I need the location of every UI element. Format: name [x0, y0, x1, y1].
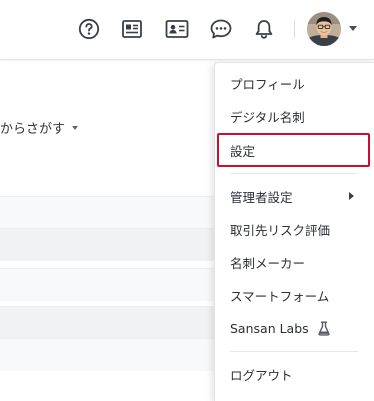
menu-divider — [230, 351, 358, 352]
notification-bell-icon[interactable] — [251, 16, 277, 42]
help-icon[interactable] — [76, 16, 102, 42]
chat-icon[interactable] — [208, 16, 234, 42]
flask-icon — [318, 321, 330, 336]
menu-item-partner-risk[interactable]: 取引先リスク評価 — [215, 215, 374, 243]
menu-item-logout[interactable]: ログアウト — [215, 360, 374, 388]
user-dropdown-menu: プロフィール デジタル名刺 設定 管理者設定 取引先リスク評価 名刺メーカー ス… — [214, 62, 374, 401]
menu-item-profile[interactable]: プロフィール — [215, 69, 374, 97]
menu-item-settings[interactable]: 設定 — [215, 136, 374, 164]
chevron-down-icon[interactable] — [349, 26, 357, 31]
menu-item-admin-settings[interactable]: 管理者設定 — [215, 182, 374, 210]
menu-item-digital-card[interactable]: デジタル名刺 — [215, 102, 374, 130]
search-dropdown-label[interactable]: からさがす — [0, 118, 65, 137]
chevron-right-icon — [349, 192, 354, 200]
menu-item-smart-form[interactable]: スマートフォーム — [215, 281, 374, 309]
header-divider — [294, 20, 295, 38]
search-dropdown-caret-icon[interactable] — [72, 126, 78, 130]
menu-item-card-maker[interactable]: 名刺メーカー — [215, 248, 374, 276]
business-card-list-icon[interactable] — [119, 16, 145, 42]
contact-card-icon[interactable] — [164, 16, 190, 42]
top-header — [0, 0, 374, 60]
menu-item-sansan-labs[interactable]: Sansan Labs — [215, 314, 374, 342]
menu-divider — [230, 173, 358, 174]
user-avatar[interactable] — [307, 12, 341, 46]
